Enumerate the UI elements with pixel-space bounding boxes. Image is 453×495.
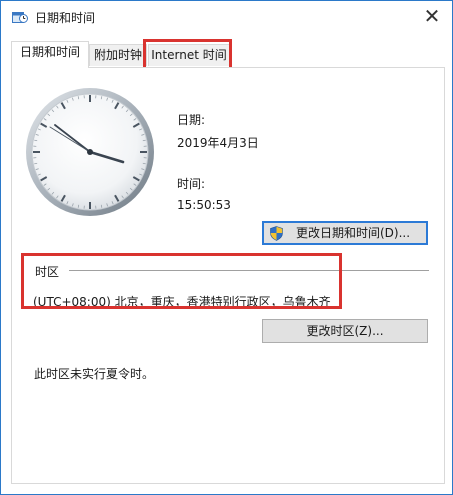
timezone-divider [69, 270, 429, 271]
window-title: 日期和时间 [35, 11, 96, 25]
close-button[interactable]: ✕ [412, 1, 452, 31]
timezone-value: (UTC+08:00) 北京，重庆，香港特别行政区，乌鲁木齐 [33, 295, 331, 309]
time-label: 时间: [177, 177, 206, 191]
tab-date-and-time[interactable]: 日期和时间 [11, 41, 89, 68]
timezone-section-label: 时区 [35, 265, 60, 279]
close-icon: ✕ [423, 4, 441, 28]
tab-additional-clocks[interactable]: 附加时钟 [89, 44, 147, 66]
date-value: 2019年4月3日 [177, 136, 259, 150]
change-date-time-label: 更改日期和时间(D)... [295, 226, 411, 240]
analog-clock [26, 88, 154, 216]
dst-note: 此时区未实行夏令时。 [34, 367, 155, 381]
tab-strip: 日期和时间 附加时钟 Internet 时间 [9, 41, 445, 68]
title-bar: 日期和时间 ✕ [1, 1, 452, 31]
date-time-icon [12, 12, 28, 23]
time-value: 15:50:53 [177, 198, 231, 212]
change-date-time-button[interactable]: 更改日期和时间(D)... [262, 221, 428, 245]
date-time-dialog: 日期和时间 ✕ 日期和时间 附加时钟 Internet 时间 日期: 2019年… [0, 0, 453, 495]
date-label: 日期: [177, 113, 206, 127]
uac-shield-icon [270, 226, 283, 241]
change-timezone-button[interactable]: 更改时区(Z)... [262, 319, 428, 343]
tab-internet-time[interactable]: Internet 时间 [148, 44, 230, 66]
